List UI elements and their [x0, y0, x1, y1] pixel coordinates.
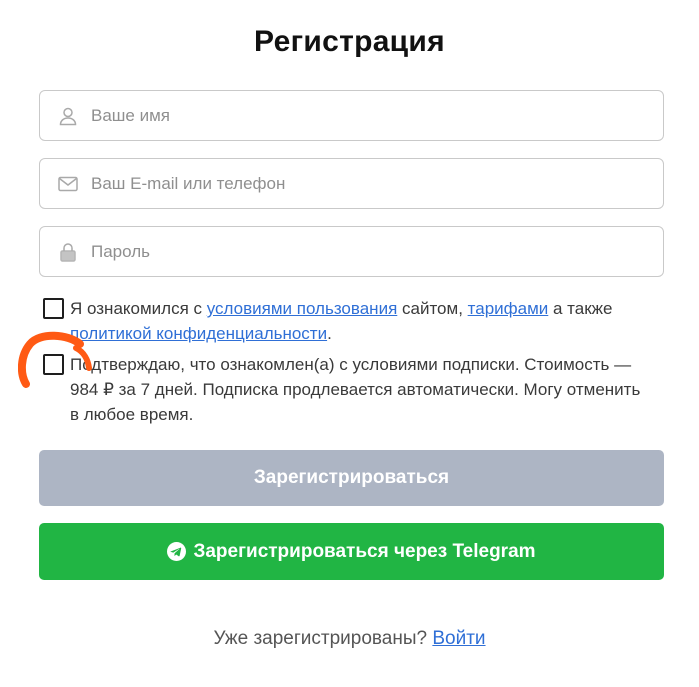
name-input[interactable] [91, 100, 631, 131]
telegram-register-button[interactable]: Зарегистрироваться через Telegram [39, 523, 664, 580]
terms-consent-row: Я ознакомился с условиями пользования са… [43, 296, 643, 346]
register-button-label: Зарегистрироваться [253, 467, 450, 488]
privacy-policy-link[interactable]: политикой конфиденциальности [70, 324, 327, 343]
terms-text-part: сайтом, [397, 299, 468, 318]
terms-text-part: а также [548, 299, 613, 318]
subscription-consent-text: Подтверждаю, что ознакомлен(а) с условия… [70, 355, 641, 424]
password-field[interactable] [39, 226, 664, 277]
telegram-icon [167, 542, 187, 561]
subscription-consent-row: Подтверждаю, что ознакомлен(а) с условия… [43, 352, 643, 427]
envelope-icon [57, 173, 79, 195]
login-link[interactable]: Войти [432, 628, 485, 649]
login-prompt: Уже зарегистрированы? Войти [0, 628, 699, 650]
lock-icon [57, 241, 79, 263]
subscription-checkbox[interactable] [43, 354, 64, 375]
register-button[interactable]: Зарегистрироваться [39, 450, 664, 506]
login-question-text: Уже зарегистрированы? [213, 628, 433, 649]
terms-text-part: Я ознакомился с [70, 299, 207, 318]
telegram-button-label: Зарегистрироваться через Telegram [193, 540, 536, 562]
terms-consent-text: Я ознакомился с условиями пользования са… [70, 296, 643, 346]
registration-page: Регистрация Я ознакомился [0, 0, 699, 687]
contact-input[interactable] [91, 168, 631, 199]
page-title: Регистрация [254, 25, 445, 58]
terms-text-part: . [327, 324, 332, 343]
terms-of-use-link[interactable]: условиями пользования [207, 299, 398, 318]
contact-field[interactable] [39, 158, 664, 209]
user-icon [57, 105, 79, 127]
name-field[interactable] [39, 90, 664, 141]
tariffs-link[interactable]: тарифами [468, 299, 549, 318]
password-input[interactable] [91, 236, 631, 267]
terms-checkbox[interactable] [43, 298, 64, 319]
